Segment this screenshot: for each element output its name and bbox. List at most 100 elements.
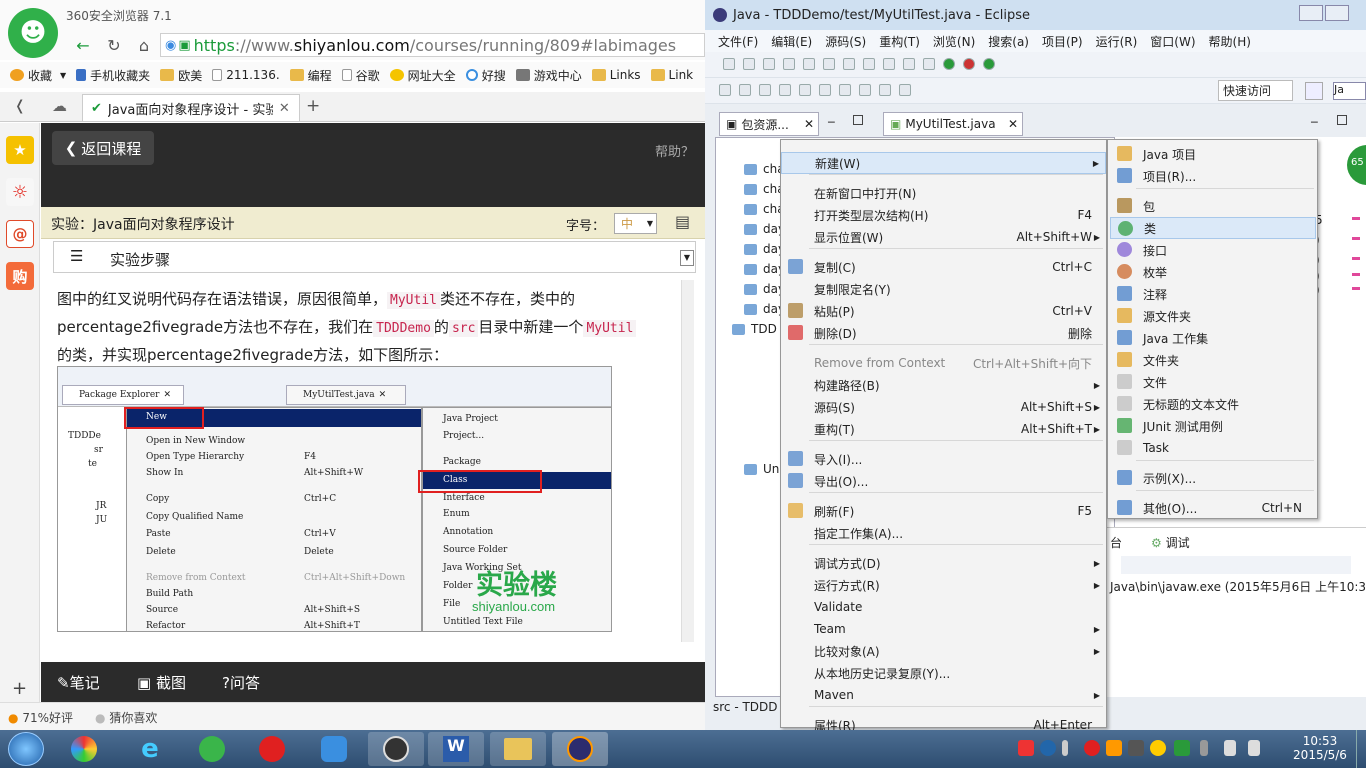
open-type-icon[interactable] (739, 84, 751, 96)
submenu-item[interactable]: 源文件夹 (1110, 305, 1316, 327)
context-menu-item[interactable]: 调试方式(D) ▶ (781, 552, 1106, 574)
context-menu-item[interactable]: Validate (781, 596, 1106, 618)
context-menu-item[interactable]: 比较对象(A) ▶ (781, 640, 1106, 662)
terminate-icon[interactable] (843, 58, 855, 70)
chevron-down-icon[interactable]: ▼ (680, 250, 694, 266)
submenu-item[interactable]: Java 项目 (1110, 143, 1316, 165)
open-perspective-icon[interactable] (1305, 82, 1323, 100)
context-menu-item[interactable]: 源码(S) Alt+Shift+S ▶ (781, 396, 1106, 418)
context-menu-item[interactable]: 运行方式(R) ▶ (781, 574, 1106, 596)
favorites-star-icon[interactable]: ★ (6, 136, 34, 164)
taskbar-app-notes[interactable] (306, 732, 362, 766)
mail-icon[interactable]: @ (6, 220, 34, 248)
submenu-item[interactable]: 其他(O)... Ctrl+N (1110, 497, 1316, 519)
submenu-item[interactable]: Java 工作集 (1110, 327, 1316, 349)
submenu-item[interactable]: 注释 (1110, 283, 1316, 305)
save-icon[interactable] (743, 58, 755, 70)
submenu-item[interactable]: 项目(R)... (1110, 165, 1316, 187)
back-arrow-icon[interactable]: ← (72, 34, 94, 56)
tree-item[interactable]: day (744, 222, 785, 236)
suspend-icon[interactable] (823, 58, 835, 70)
new-class-icon[interactable] (983, 58, 995, 70)
tab-scroll-left-icon[interactable]: ❬ (14, 98, 26, 114)
console-tab[interactable]: 台 (1110, 534, 1122, 551)
step-over-icon[interactable] (883, 58, 895, 70)
weibo-icon[interactable]: ☼ (6, 178, 34, 206)
submenu-item[interactable]: 文件夹 (1110, 349, 1316, 371)
taskbar-app-ie[interactable]: e (122, 732, 178, 766)
menu-file[interactable]: 文件(F) (718, 33, 758, 50)
guess-status[interactable]: ● 猜你喜欢 (95, 709, 157, 726)
menu-window[interactable]: 窗口(W) (1150, 33, 1195, 50)
submenu-item[interactable]: 包 (1110, 195, 1316, 217)
submenu-item[interactable]: JUnit 测试用例 (1110, 415, 1316, 437)
steps-selector[interactable]: ☰ 实验步骤 ▼ (53, 241, 696, 273)
forward-arrow-icon[interactable] (899, 84, 911, 96)
tree-item[interactable]: cha (744, 202, 785, 216)
bookmark-item[interactable]: Links (591, 68, 641, 82)
tree-item[interactable]: day (744, 242, 785, 256)
taskbar-app-word[interactable]: W (428, 732, 484, 766)
tray-plus-icon[interactable] (1150, 740, 1166, 756)
note-button[interactable]: ✎笔记 (57, 672, 100, 693)
error-marker[interactable] (1352, 237, 1360, 240)
bookmark-item[interactable]: 编程 (289, 67, 332, 84)
submenu-item[interactable]: 示例(X)... (1110, 467, 1316, 489)
menu-navigate[interactable]: 浏览(N) (933, 33, 975, 50)
shop-icon[interactable]: 购 (6, 262, 34, 290)
back-to-course-button[interactable]: ❮ 返回课程 (52, 131, 154, 165)
tree-item[interactable]: TDD (732, 322, 777, 336)
bookmark-item[interactable]: 欧美 (160, 67, 202, 84)
editor-tab-myutiltest[interactable]: ▣ MyUtilTest.java ✕ (883, 112, 1023, 136)
qa-button[interactable]: ?问答 (222, 672, 260, 693)
context-menu-item[interactable]: 粘贴(P) Ctrl+V (781, 300, 1106, 322)
show-desktop-button[interactable] (1356, 730, 1366, 768)
maximize-view-icon[interactable] (853, 115, 863, 125)
submenu-item[interactable]: 无标题的文本文件 (1110, 393, 1316, 415)
taskbar-app-game[interactable] (368, 732, 424, 766)
menu-project[interactable]: 项目(P) (1042, 33, 1083, 50)
tray-network-icon[interactable] (1248, 740, 1260, 756)
address-bar[interactable]: ◉ ▣ https://www. shiyanlou.com/courses/ru… (160, 33, 705, 57)
start-button[interactable] (8, 732, 44, 766)
bookmark-item[interactable]: 网址大全 (389, 67, 456, 84)
submenu-item[interactable]: 枚举 (1110, 261, 1316, 283)
context-menu-item[interactable]: 从本地历史记录复原(Y)... (781, 662, 1106, 684)
tray-icon-s[interactable] (1018, 740, 1034, 756)
context-menu-item[interactable]: 刷新(F) F5 (781, 500, 1106, 522)
tree-item[interactable]: day (744, 302, 785, 316)
back-arrow-icon[interactable] (879, 84, 891, 96)
tree-item[interactable]: day (744, 282, 785, 296)
print-icon[interactable] (763, 58, 775, 70)
bookmark-item[interactable]: Link (650, 68, 693, 82)
menu-edit[interactable]: 编辑(E) (771, 33, 812, 50)
prev-annotation-icon[interactable] (819, 84, 831, 96)
context-menu-item[interactable]: Team ▶ (781, 618, 1106, 640)
resume-icon[interactable] (803, 58, 815, 70)
tree-item[interactable]: Uni (744, 462, 783, 476)
bookmark-item[interactable]: 手机收藏夹 (76, 67, 150, 84)
debug-tab[interactable]: ⚙ 调试 (1151, 534, 1190, 551)
bookmark-item[interactable]: 211.136. (212, 68, 280, 82)
tray-shield-icon[interactable] (1174, 740, 1190, 756)
tray-music-icon[interactable] (1084, 740, 1100, 756)
pin-icon[interactable] (799, 84, 811, 96)
minimize-editor-icon[interactable]: ─ (1311, 116, 1318, 129)
last-edit-icon[interactable] (859, 84, 871, 96)
font-size-select[interactable]: 中 ▼ (614, 213, 657, 234)
context-menu-item[interactable]: 在新窗口中打开(N) (781, 182, 1106, 204)
maximize-button[interactable] (1325, 5, 1349, 21)
context-menu-item[interactable]: 显示位置(W) Alt+Shift+W ▶ (781, 226, 1106, 248)
screenshot-button[interactable]: ▣ 截图 (137, 672, 186, 693)
rating-status[interactable]: ● 71%好评 (8, 709, 73, 726)
tray-volume-icon[interactable] (1224, 740, 1236, 756)
java-perspective-button[interactable]: Ja (1333, 82, 1366, 100)
tray-expand-icon[interactable] (1062, 740, 1068, 756)
submenu-item[interactable]: 类 (1110, 217, 1316, 239)
help-link[interactable]: 帮助？ (655, 141, 694, 160)
debug-icon[interactable] (783, 58, 795, 70)
tray-help-icon[interactable] (1040, 740, 1056, 756)
context-menu-item[interactable]: 删除(D) 删除 (781, 322, 1106, 344)
context-menu-item[interactable]: 构建路径(B) ▶ (781, 374, 1106, 396)
home-icon[interactable]: ⌂ (133, 34, 155, 56)
